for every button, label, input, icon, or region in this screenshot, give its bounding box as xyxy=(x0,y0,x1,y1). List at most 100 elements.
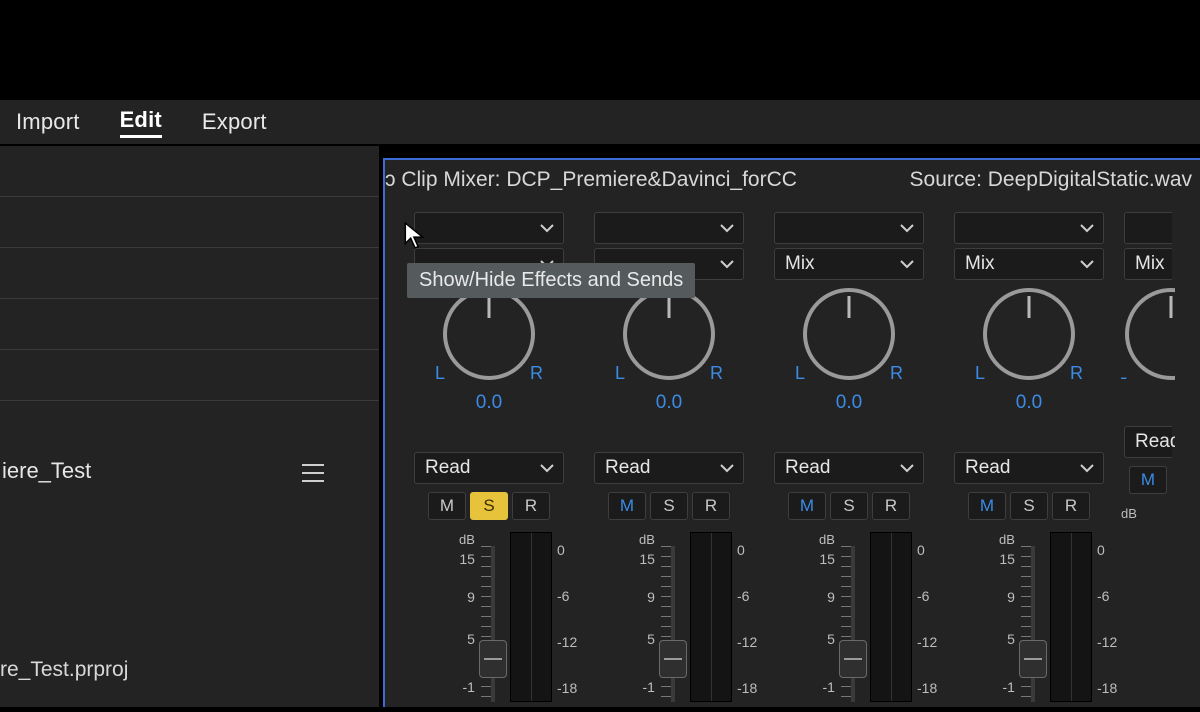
volume-fader[interactable] xyxy=(659,640,687,678)
panel-title[interactable]: ɔ Clip Mixer: DCP_Premiere&Davinci_forCC xyxy=(385,168,797,192)
fader-ticks xyxy=(661,546,685,702)
pan-knob[interactable] xyxy=(803,288,895,380)
fader-ticks xyxy=(481,546,505,702)
level-meter xyxy=(1050,532,1092,702)
tab-import[interactable]: Import xyxy=(16,109,80,135)
send-dropdown[interactable]: Mix xyxy=(954,248,1104,280)
tab-edit[interactable]: Edit xyxy=(120,107,162,138)
panel-menu-icon[interactable] xyxy=(302,462,324,488)
chevron-down-icon xyxy=(899,256,915,278)
effect-slot-dropdown[interactable] xyxy=(594,212,744,244)
effect-slot-dropdown[interactable] xyxy=(414,212,564,244)
pan-knob[interactable] xyxy=(443,288,535,380)
pan-knob[interactable] xyxy=(1125,288,1175,380)
effect-slot-dropdown[interactable] xyxy=(954,212,1104,244)
mute-button[interactable]: M xyxy=(428,492,466,520)
level-meter xyxy=(510,532,552,702)
msr-group: MSR xyxy=(401,492,577,520)
automation-mode-dropdown[interactable]: Read xyxy=(414,452,564,484)
pan-left-label: L xyxy=(435,363,445,384)
fader-scale-left: dB1595-1 xyxy=(999,532,1015,546)
fader-scale-left: dB1595-1 xyxy=(459,532,475,546)
source-label[interactable]: Source: DeepDigitalStatic.wav xyxy=(910,168,1192,192)
pan-value: 0.0 xyxy=(581,392,757,414)
pan-value: 0.0 xyxy=(761,392,937,414)
pan-knob-wrap: LR xyxy=(619,288,719,388)
fader-scale-left: dB1595-1 xyxy=(639,532,655,546)
volume-fader[interactable] xyxy=(479,640,507,678)
show-hide-effects-toggle[interactable] xyxy=(397,214,417,244)
automation-mode-label: Read xyxy=(965,457,1010,479)
pan-right-label: R xyxy=(710,363,723,384)
rec-button[interactable]: R xyxy=(1052,492,1090,520)
chevron-down-icon xyxy=(719,460,735,482)
solo-button[interactable]: S xyxy=(830,492,868,520)
chevron-down-icon xyxy=(1079,220,1095,242)
solo-button[interactable]: S xyxy=(470,492,508,520)
fader-ticks xyxy=(1021,546,1045,702)
level-meter xyxy=(690,532,732,702)
pan-right-label: R xyxy=(890,363,903,384)
channel-strip: MixLR0.0ReadMSRdB1595-10-6-12-18 xyxy=(941,212,1117,712)
chevron-down-icon xyxy=(899,220,915,242)
fader-meter-area: dB1595-10-6-12-18 xyxy=(581,532,757,712)
automation-mode-label: Read xyxy=(1135,431,1175,453)
rec-button[interactable]: R xyxy=(692,492,730,520)
channel-strip: MixLRReadMdB xyxy=(1121,212,1175,712)
pan-knob-wrap: LR xyxy=(439,288,539,388)
mute-button[interactable]: M xyxy=(1129,466,1167,494)
clip-mixer-panel: ɔ Clip Mixer: DCP_Premiere&Davinci_forCC… xyxy=(383,158,1200,707)
project-panel: iere_Test re_Test.prproj xyxy=(0,146,381,707)
send-label: Mix xyxy=(1135,253,1165,275)
automation-mode-dropdown[interactable]: Read xyxy=(954,452,1104,484)
pan-left-label: L xyxy=(795,363,805,384)
pan-right-label: R xyxy=(1070,363,1083,384)
automation-mode-dropdown[interactable]: Read xyxy=(594,452,744,484)
project-file-name[interactable]: re_Test.prproj xyxy=(0,658,128,682)
tab-export[interactable]: Export xyxy=(202,109,267,135)
pan-knob[interactable] xyxy=(983,288,1075,380)
mute-button[interactable]: M xyxy=(788,492,826,520)
effect-slot-dropdown[interactable] xyxy=(1124,212,1172,244)
automation-mode-label: Read xyxy=(785,457,830,479)
send-label: Mix xyxy=(785,253,815,275)
send-label: Mix xyxy=(965,253,995,275)
send-dropdown[interactable]: Mix xyxy=(1124,248,1172,280)
chevron-down-icon xyxy=(539,256,555,278)
chevron-down-icon xyxy=(539,460,555,482)
msr-group: MSR xyxy=(941,492,1117,520)
chevron-down-icon xyxy=(719,220,735,242)
chevron-down-icon xyxy=(539,220,555,242)
send-dropdown[interactable] xyxy=(414,248,564,280)
chevron-down-icon xyxy=(899,460,915,482)
mute-button[interactable]: M xyxy=(608,492,646,520)
channel-strip: LR0.0ReadMSRdB1595-10-6-12-18 xyxy=(401,212,577,712)
rec-button[interactable]: R xyxy=(512,492,550,520)
project-name[interactable]: iere_Test xyxy=(0,458,91,484)
channel-strip: LR0.0ReadMSRdB1595-10-6-12-18 xyxy=(581,212,757,712)
solo-button[interactable]: S xyxy=(650,492,688,520)
pan-left-label: L xyxy=(975,363,985,384)
pan-knob-wrap: LR xyxy=(979,288,1079,388)
volume-fader[interactable] xyxy=(839,640,867,678)
fader-meter-area: dB xyxy=(1121,506,1175,686)
send-dropdown[interactable] xyxy=(594,248,744,280)
pan-left-label: L xyxy=(1121,363,1127,384)
send-dropdown[interactable]: Mix xyxy=(774,248,924,280)
fader-meter-area: dB1595-10-6-12-18 xyxy=(941,532,1117,712)
pan-right-label: R xyxy=(530,363,543,384)
effect-slot-dropdown[interactable] xyxy=(774,212,924,244)
pan-knob-wrap: LR xyxy=(799,288,899,388)
fader-meter-area: dB1595-10-6-12-18 xyxy=(761,532,937,712)
automation-mode-dropdown[interactable]: Read xyxy=(774,452,924,484)
msr-group: MSR xyxy=(581,492,757,520)
pan-knob[interactable] xyxy=(623,288,715,380)
automation-mode-dropdown[interactable]: Read xyxy=(1124,426,1172,458)
solo-button[interactable]: S xyxy=(1010,492,1048,520)
mute-button[interactable]: M xyxy=(968,492,1006,520)
automation-mode-label: Read xyxy=(605,457,650,479)
rec-button[interactable]: R xyxy=(872,492,910,520)
pan-left-label: L xyxy=(615,363,625,384)
volume-fader[interactable] xyxy=(1019,640,1047,678)
fader-scale-left: dB1595-1 xyxy=(819,532,835,546)
